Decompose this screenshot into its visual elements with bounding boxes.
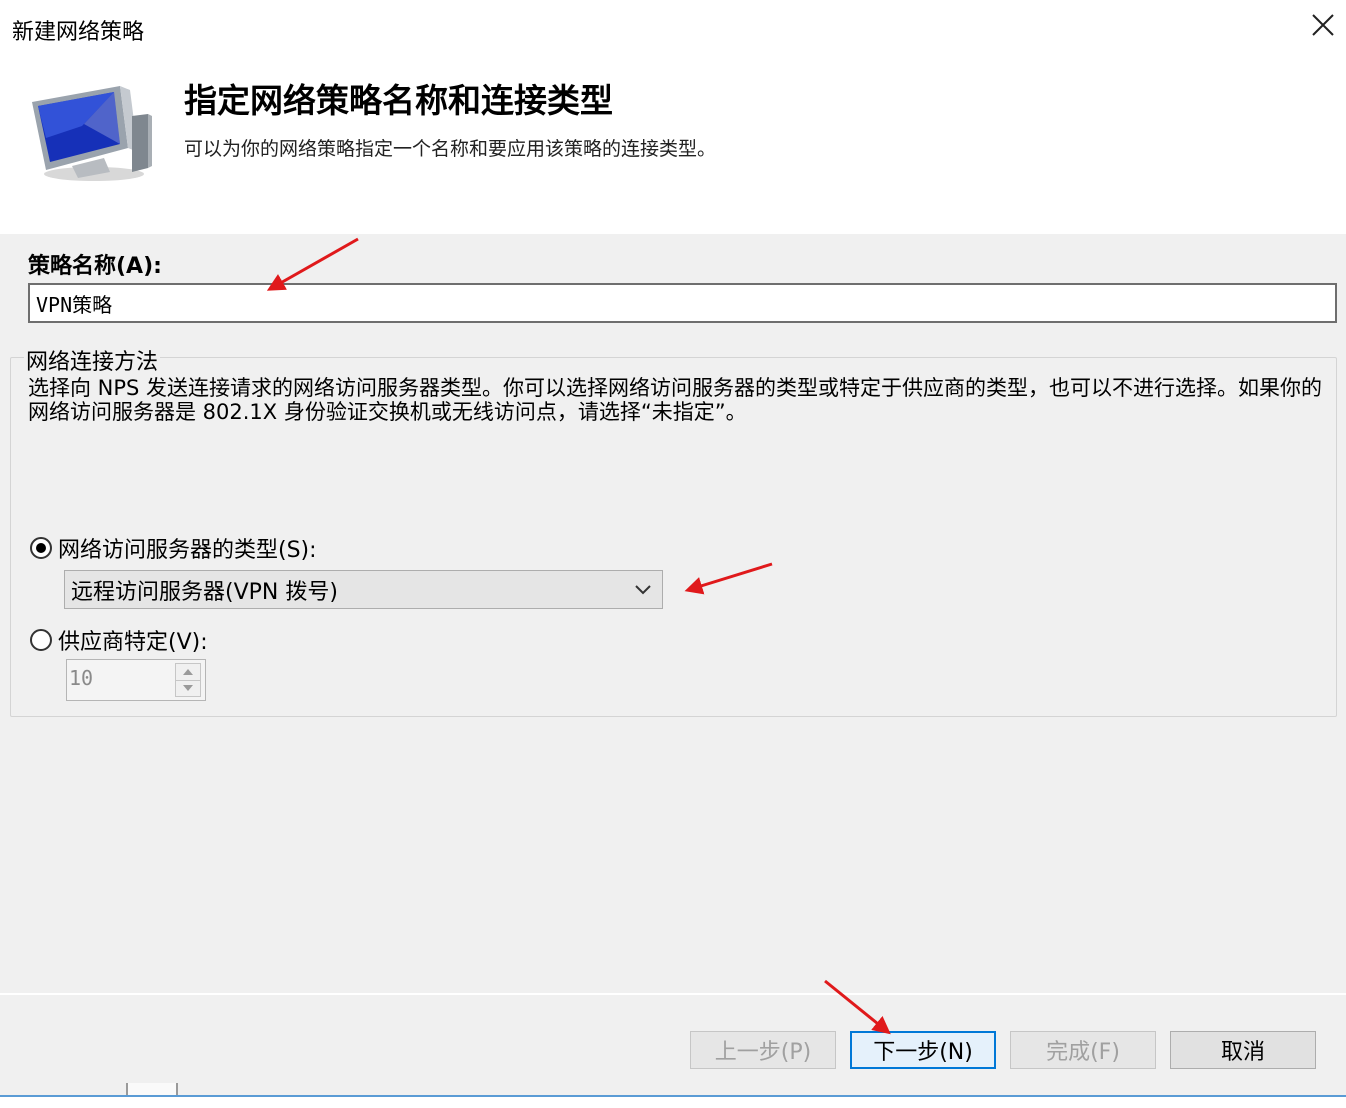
vendor-specific-radio[interactable] (30, 629, 52, 651)
spinner-down-button[interactable] (176, 680, 200, 696)
back-button[interactable]: 上一步(P) (690, 1031, 836, 1069)
nas-type-label: 网络访问服务器的类型(S): (58, 538, 317, 563)
window-title: 新建网络策略 (12, 20, 145, 45)
annotation-arrow-policy-name (266, 237, 359, 291)
arrow-down-icon (183, 685, 193, 691)
spinner-buttons (175, 663, 201, 697)
close-button[interactable] (1306, 8, 1340, 42)
arrow-up-icon (183, 669, 193, 675)
nas-type-dropdown[interactable]: 远程访问服务器(VPN 拨号) (64, 570, 663, 609)
annotation-arrow-next (824, 979, 891, 1035)
finish-button[interactable]: 完成(F) (1010, 1031, 1156, 1069)
cancel-button[interactable]: 取消 (1170, 1031, 1316, 1069)
footer-divider (0, 993, 1346, 995)
vendor-specific-label: 供应商特定(V): (58, 630, 208, 655)
nas-type-radio[interactable] (30, 537, 52, 559)
policy-name-input[interactable] (28, 283, 1337, 323)
page-title: 指定网络策略名称和连接类型 (184, 81, 613, 120)
vendor-code-value: 10 (69, 666, 94, 690)
next-button[interactable]: 下一步(N) (850, 1031, 996, 1069)
spinner-up-button[interactable] (176, 664, 200, 681)
computer-monitor-icon (32, 86, 152, 181)
wizard-header: 指定网络策略名称和连接类型 可以为你的网络策略指定一个名称和要应用该策略的连接类… (0, 58, 1346, 234)
connection-method-description: 选择向 NPS 发送连接请求的网络访问服务器类型。你可以选择网络访问服务器的类型… (28, 376, 1323, 424)
title-bar: 新建网络策略 (0, 0, 1346, 58)
nas-type-radio-option[interactable]: 网络访问服务器的类型(S): (30, 532, 317, 564)
chevron-down-icon (635, 585, 651, 595)
page-description: 可以为你的网络策略指定一个名称和要应用该策略的连接类型。 (184, 138, 717, 160)
close-icon (1312, 14, 1334, 36)
vendor-specific-radio-option[interactable]: 供应商特定(V): (30, 624, 208, 656)
window-bottom-strip (0, 1097, 1346, 1108)
radio-selected-dot (36, 543, 46, 553)
nas-type-selected-value: 远程访问服务器(VPN 拨号) (71, 579, 338, 605)
policy-name-label: 策略名称(A): (28, 254, 162, 279)
connection-method-legend: 网络连接方法 (24, 344, 161, 376)
vendor-code-spinner[interactable]: 10 (66, 659, 206, 701)
